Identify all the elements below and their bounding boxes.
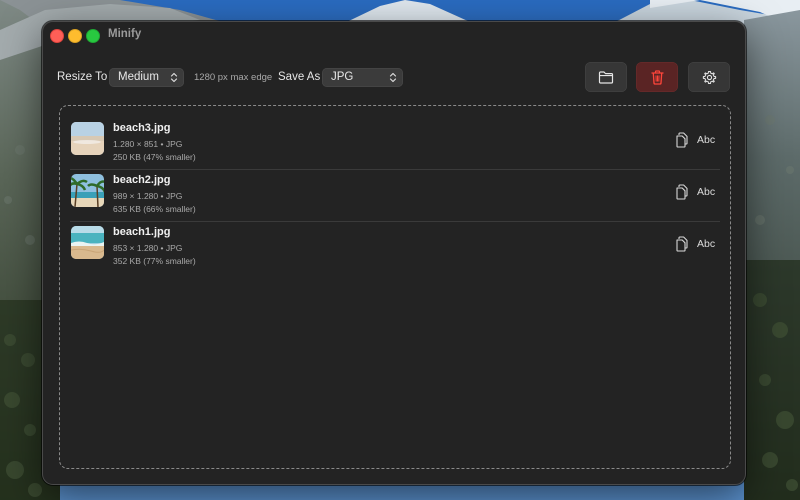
rename-button[interactable]: Abc [697, 238, 715, 250]
resize-select-value: Medium [118, 71, 159, 83]
close-window-button[interactable] [50, 29, 64, 43]
up-down-chevron-icon [389, 72, 397, 83]
file-row[interactable]: beach1.jpg 853 × 1.280 • JPG 352 KB (77%… [70, 222, 720, 273]
resize-select[interactable]: Medium [109, 68, 184, 87]
file-dimensions: 853 × 1.280 • JPG [113, 243, 183, 253]
copy-icon[interactable] [675, 132, 689, 148]
file-name: beach2.jpg [113, 174, 171, 186]
clear-files-button[interactable] [636, 62, 678, 92]
rename-button[interactable]: Abc [697, 134, 715, 146]
file-row[interactable]: beach2.jpg 989 × 1.280 • JPG 635 KB (66%… [70, 170, 720, 222]
file-size: 635 KB (66% smaller) [113, 204, 196, 214]
copy-icon[interactable] [675, 184, 689, 200]
file-list: beach3.jpg 1.280 × 851 • JPG 250 KB (47%… [70, 118, 720, 273]
file-size: 352 KB (77% smaller) [113, 256, 196, 266]
file-row[interactable]: beach3.jpg 1.280 × 851 • JPG 250 KB (47%… [70, 118, 720, 170]
gear-icon [702, 70, 716, 84]
up-down-chevron-icon [170, 72, 178, 83]
format-select[interactable]: JPG [322, 68, 403, 87]
file-dimensions: 989 × 1.280 • JPG [113, 191, 183, 201]
file-dimensions: 1.280 × 851 • JPG [113, 139, 183, 149]
resize-hint: 1280 px max edge [194, 72, 273, 83]
title-bar[interactable]: Minify [43, 22, 745, 48]
toolbar: Resize To Medium 1280 px max edge Save A… [43, 62, 745, 94]
settings-button[interactable] [688, 62, 730, 92]
file-thumbnail [71, 174, 104, 207]
save-as-label: Save As [278, 71, 321, 83]
file-name: beach3.jpg [113, 122, 171, 134]
rename-button[interactable]: Abc [697, 186, 715, 198]
zoom-window-button[interactable] [86, 29, 100, 43]
file-thumbnail [71, 122, 104, 155]
format-select-value: JPG [331, 71, 354, 83]
open-folder-button[interactable] [585, 62, 627, 92]
trash-icon [650, 69, 664, 85]
file-size: 250 KB (47% smaller) [113, 152, 196, 162]
drop-area[interactable]: beach3.jpg 1.280 × 851 • JPG 250 KB (47%… [59, 105, 731, 469]
desktop: Minify Resize To Medium 1280 px max edge… [0, 0, 800, 500]
window-title: Minify [108, 28, 142, 40]
folder-icon [598, 70, 614, 84]
file-thumbnail [71, 226, 104, 259]
file-name: beach1.jpg [113, 226, 171, 238]
minimize-window-button[interactable] [68, 29, 82, 43]
app-window: Minify Resize To Medium 1280 px max edge… [42, 21, 746, 485]
resize-label: Resize To [57, 71, 108, 83]
copy-icon[interactable] [675, 236, 689, 252]
